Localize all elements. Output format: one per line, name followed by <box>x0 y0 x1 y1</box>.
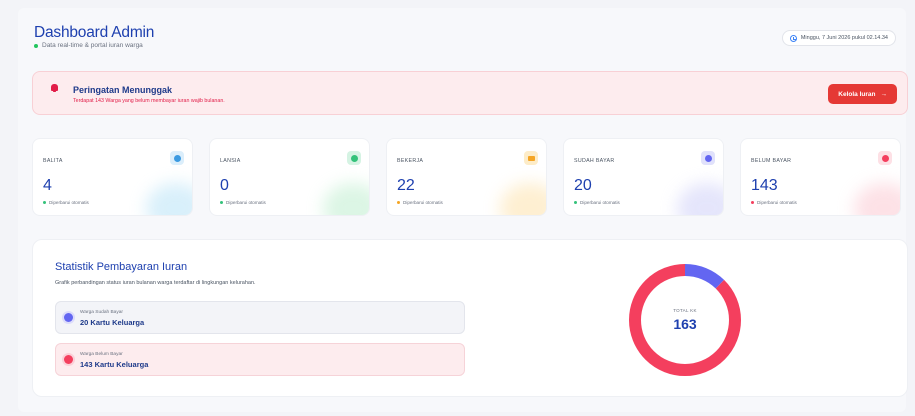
briefcase-icon <box>524 151 538 165</box>
card-glow <box>500 183 546 215</box>
stat-note-text: Diperbarui otomatis <box>226 200 266 205</box>
stat-card-lansia: LANSIA 0 Diperbarui otomatis <box>209 138 370 216</box>
dashboard-page: Dashboard Admin Data real-time & portal … <box>18 8 908 412</box>
date-time-pill: Minggu, 7 Juni 2026 pukul 02.14.34 <box>781 30 896 46</box>
stat-label: BALITA <box>43 158 63 164</box>
legend-paid: Warga Sudah Bayar 20 Kartu Keluarga <box>55 301 465 334</box>
stat-card-bekerja: BEKERJA 22 Diperbarui otomatis <box>386 138 547 216</box>
donut-total-label: TOTAL KK <box>673 308 697 313</box>
close-icon <box>878 151 892 165</box>
alert-title: Peringatan Menunggak <box>73 85 173 95</box>
panel-subtitle: Grafik perbandingan status iuran bulanan… <box>55 280 256 286</box>
arrow-right-icon: → <box>880 90 888 98</box>
card-glow <box>854 183 900 215</box>
card-glow <box>323 183 369 215</box>
stat-label: BEKERJA <box>397 158 424 164</box>
panel-title: Statistik Pembayaran Iuran <box>55 261 188 273</box>
status-dot <box>751 201 754 204</box>
legend-unpaid-label: Warga Belum Bayar <box>80 352 123 357</box>
stat-label: SUDAH BAYAR <box>574 158 615 164</box>
stat-note-text: Diperbarui otomatis <box>49 200 89 205</box>
status-dot <box>397 201 400 204</box>
stat-value: 4 <box>43 177 52 194</box>
stat-note: Diperbarui otomatis <box>43 200 89 205</box>
status-dot <box>574 201 577 204</box>
baby-icon <box>170 151 184 165</box>
stat-note: Diperbarui otomatis <box>220 200 266 205</box>
page-subtitle: Data real-time & portal iuran warga <box>34 42 143 49</box>
legend-paid-dot <box>64 313 73 322</box>
stat-note: Diperbarui otomatis <box>397 200 443 205</box>
payment-stats-panel: Statistik Pembayaran Iuran Grafik perban… <box>32 239 908 397</box>
stat-value: 143 <box>751 177 778 194</box>
alert-text: Terdapat 143 Warga yang belum membayar i… <box>73 98 225 104</box>
arrears-alert: Peringatan Menunggak Terdapat 143 Warga … <box>32 71 908 115</box>
stat-value: 0 <box>220 177 229 194</box>
manage-dues-button-label: Kelola Iuran <box>838 90 876 98</box>
stat-card-sudah-bayar: SUDAH BAYAR 20 Diperbarui otomatis <box>563 138 724 216</box>
page-subtitle-text: Data real-time & portal iuran warga <box>42 42 143 49</box>
check-icon <box>701 151 715 165</box>
donut-total-value: 163 <box>673 316 697 332</box>
stat-value: 22 <box>397 177 415 194</box>
stat-note: Diperbarui otomatis <box>751 200 797 205</box>
stat-label: BELUM BAYAR <box>751 158 792 164</box>
bell-icon <box>51 84 58 93</box>
stat-card-belum-bayar: BELUM BAYAR 143 Diperbarui otomatis <box>740 138 901 216</box>
page-title: Dashboard Admin <box>34 24 155 41</box>
card-glow <box>677 183 723 215</box>
clock-icon <box>789 34 797 42</box>
live-indicator-dot <box>34 43 38 48</box>
stat-value: 20 <box>574 177 592 194</box>
stat-label: LANSIA <box>220 158 241 164</box>
date-time-text: Minggu, 7 Juni 2026 pukul 02.14.34 <box>800 35 888 41</box>
manage-dues-button[interactable]: Kelola Iuran → <box>828 84 897 104</box>
legend-unpaid-value: 143 Kartu Keluarga <box>80 360 149 369</box>
legend-paid-label: Warga Sudah Bayar <box>80 310 124 315</box>
status-dot <box>43 201 46 204</box>
stat-note-text: Diperbarui otomatis <box>403 200 443 205</box>
legend-unpaid: Warga Belum Bayar 143 Kartu Keluarga <box>55 343 465 376</box>
stat-note-text: Diperbarui otomatis <box>757 200 797 205</box>
card-glow <box>146 183 192 215</box>
status-dot <box>220 201 223 204</box>
user-icon <box>347 151 361 165</box>
legend-paid-value: 20 Kartu Keluarga <box>80 318 145 327</box>
stat-card-balita: BALITA 4 Diperbarui otomatis <box>32 138 193 216</box>
stat-note-text: Diperbarui otomatis <box>580 200 620 205</box>
stat-note: Diperbarui otomatis <box>574 200 620 205</box>
legend-unpaid-dot <box>64 355 73 364</box>
